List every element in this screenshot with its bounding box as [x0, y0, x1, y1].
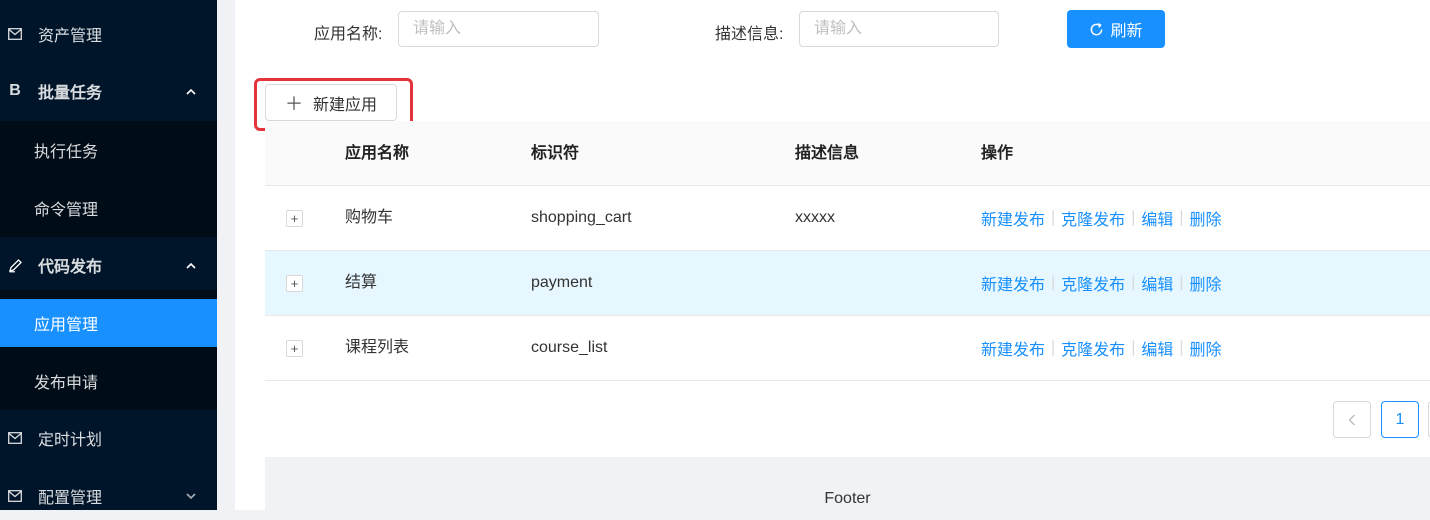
refresh-icon [1089, 22, 1104, 37]
delete-link[interactable]: 删除 [1190, 206, 1222, 230]
divider: | [1131, 209, 1136, 226]
sidebar-item-execute-task[interactable]: 执行任务 [0, 126, 217, 174]
column-header-name: 应用名称 [345, 145, 410, 162]
cell-identifier: payment [531, 274, 593, 291]
cell-identifier: course_list [531, 339, 608, 356]
cell-name: 购物车 [345, 209, 394, 226]
expand-icon[interactable]: + [286, 340, 303, 357]
refresh-button[interactable]: 刷新 [1067, 10, 1165, 48]
row-actions: 新建发布 | 克隆发布 | 编辑 | 删除 [981, 186, 1222, 250]
mail-icon [6, 429, 24, 447]
new-release-link[interactable]: 新建发布 [981, 271, 1045, 295]
table-row: + 购物车 shopping_cart xxxxx 新建发布 | 克隆发布 | 编辑… [265, 186, 1430, 251]
divider: | [1051, 209, 1056, 226]
divider: | [1179, 209, 1184, 226]
chevron-up-icon [185, 259, 197, 271]
sidebar-item-release-request[interactable]: 发布申请 [0, 357, 217, 405]
row-actions: 新建发布 | 克隆发布 | 编辑 | 删除 [981, 251, 1222, 315]
table-row: + 课程列表 course_list 新建发布 | 克隆发布 | 编辑 | 删除 [265, 316, 1430, 381]
column-header-description: 描述信息 [795, 145, 860, 162]
app-name-label: 应用名称: [314, 26, 383, 43]
expand-icon[interactable]: + [286, 275, 303, 292]
divider: | [1131, 339, 1136, 356]
sidebar-item-label: 配置管理 [38, 490, 103, 507]
sidebar-item-config[interactable]: 配置管理 [0, 472, 217, 520]
cell-name: 课程列表 [345, 339, 410, 356]
table-row: + 结算 payment 新建发布 | 克隆发布 | 编辑 | 删除 [265, 251, 1430, 316]
main-content: 应用名称: 描述信息: 刷新 ＋ 新建应用 应用名称 标识符 描述信息 操作 +… [235, 0, 1430, 517]
divider: | [1131, 274, 1136, 291]
clone-release-link[interactable]: 克隆发布 [1061, 271, 1125, 295]
cell-name: 结算 [345, 274, 378, 291]
divider: | [1179, 274, 1184, 291]
mail-icon [6, 25, 24, 43]
edit-link[interactable]: 编辑 [1141, 206, 1173, 230]
new-app-button[interactable]: ＋ 新建应用 [265, 84, 397, 121]
sidebar-item-label: 代码发布 [38, 259, 103, 276]
divider: | [1179, 339, 1184, 356]
pagination-page-1[interactable]: 1 [1381, 401, 1419, 438]
sidebar-item-label: 资产管理 [38, 28, 103, 45]
description-label: 描述信息: [715, 26, 784, 43]
column-header-identifier: 标识符 [531, 145, 580, 162]
sidebar-item-command-management[interactable]: 命令管理 [0, 184, 217, 232]
row-actions: 新建发布 | 克隆发布 | 编辑 | 删除 [981, 316, 1222, 380]
sidebar-item-assets[interactable]: 资产管理 [0, 10, 217, 58]
sidebar-item-schedule[interactable]: 定时计划 [0, 414, 217, 462]
pagination-prev-button[interactable] [1333, 401, 1371, 438]
edit-link[interactable]: 编辑 [1141, 271, 1173, 295]
chevron-up-icon [185, 85, 197, 97]
new-release-link[interactable]: 新建发布 [981, 206, 1045, 230]
mail-icon [6, 487, 24, 505]
plus-icon: ＋ [284, 93, 303, 114]
footer-text: Footer [824, 490, 871, 507]
letter-b-icon: B [9, 82, 21, 99]
new-release-link[interactable]: 新建发布 [981, 336, 1045, 360]
sidebar-item-batch-tasks[interactable]: B 批量任务 [0, 67, 217, 115]
sidebar-item-app-management[interactable]: 应用管理 [0, 299, 217, 347]
description-input[interactable] [799, 11, 999, 47]
edit-icon [6, 256, 24, 274]
sidebar: 资产管理 B 批量任务 执行任务 命令管理 代码发布 应用管理 发布申请 定时计… [0, 0, 217, 510]
edit-link[interactable]: 编辑 [1141, 336, 1173, 360]
sidebar-item-label: 定时计划 [38, 432, 103, 449]
clone-release-link[interactable]: 克隆发布 [1061, 336, 1125, 360]
refresh-label: 刷新 [1110, 23, 1143, 40]
table-header: 应用名称 标识符 描述信息 操作 [265, 121, 1430, 186]
cell-identifier: shopping_cart [531, 209, 632, 226]
app-name-input[interactable] [398, 11, 599, 47]
chevron-left-icon [1348, 414, 1355, 425]
clone-release-link[interactable]: 克隆发布 [1061, 206, 1125, 230]
sidebar-item-code-release[interactable]: 代码发布 [0, 241, 217, 289]
cell-description: xxxxx [795, 209, 835, 226]
chevron-down-icon [185, 490, 197, 502]
sidebar-item-label: 批量任务 [38, 85, 103, 102]
column-header-actions: 操作 [981, 145, 1014, 162]
footer: Footer [265, 457, 1430, 517]
expand-icon[interactable]: + [286, 210, 303, 227]
delete-link[interactable]: 删除 [1190, 271, 1222, 295]
divider: | [1051, 274, 1056, 291]
new-app-label: 新建应用 [312, 96, 377, 114]
delete-link[interactable]: 删除 [1190, 336, 1222, 360]
divider: | [1051, 339, 1056, 356]
